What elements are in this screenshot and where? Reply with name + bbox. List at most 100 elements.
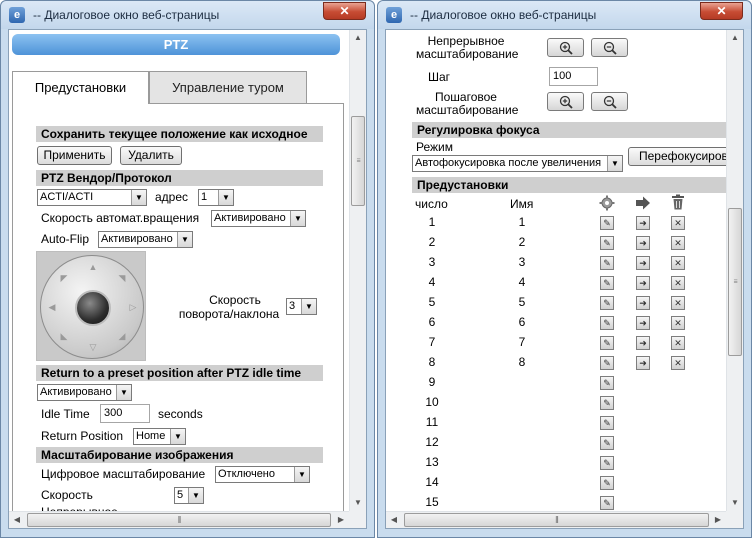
window-title: -- Диалоговое окно веб-страницы bbox=[410, 8, 597, 22]
scroll-up-icon[interactable]: ▲ bbox=[727, 30, 743, 46]
delete-preset-icon[interactable]: ✕ bbox=[671, 236, 685, 250]
ie-page-icon: e bbox=[386, 7, 402, 23]
scroll-down-icon[interactable]: ▼ bbox=[727, 495, 743, 511]
idle-time-input[interactable]: 300 bbox=[100, 404, 150, 423]
autoflip-label: Auto-Flip bbox=[41, 232, 90, 246]
scroll-left-icon[interactable]: ◀ bbox=[9, 512, 25, 528]
title-bar[interactable]: e -- Диалоговое окно веб-страницы ✕ bbox=[378, 1, 751, 29]
address-select-value: 1 bbox=[201, 191, 208, 203]
autoflip-select-value: Активировано bbox=[101, 233, 173, 245]
scroll-left-icon[interactable]: ◀ bbox=[386, 512, 402, 528]
grip-icon: ≡ bbox=[733, 278, 737, 286]
refocus-button[interactable]: Перефокусировка bbox=[628, 147, 740, 166]
goto-preset-icon[interactable]: ➜ bbox=[636, 356, 650, 370]
edit-preset-icon[interactable]: ✎ bbox=[600, 296, 614, 310]
horizontal-scroll-thumb[interactable]: ||| bbox=[27, 513, 331, 527]
edit-preset-icon[interactable]: ✎ bbox=[600, 256, 614, 270]
edit-preset-icon[interactable]: ✎ bbox=[600, 316, 614, 330]
pan-tilt-speed-select[interactable]: 3 ▼ bbox=[286, 298, 317, 315]
goto-preset-icon[interactable]: ➜ bbox=[636, 296, 650, 310]
delete-preset-icon[interactable]: ✕ bbox=[671, 216, 685, 230]
pan-tilt-speed-label-line2: поворота/наклона bbox=[178, 307, 280, 321]
edit-preset-icon[interactable]: ✎ bbox=[600, 496, 614, 510]
vertical-scrollbar[interactable]: ▲ ≡ ▼ bbox=[726, 30, 743, 511]
edit-preset-icon[interactable]: ✎ bbox=[600, 336, 614, 350]
pan-left-icon[interactable]: ◀ bbox=[46, 302, 58, 313]
digital-zoom-select[interactable]: Отключено ▼ bbox=[215, 466, 310, 483]
edit-preset-icon[interactable]: ✎ bbox=[600, 456, 614, 470]
continuous-zoom-in-button[interactable] bbox=[547, 38, 584, 57]
horizontal-scroll-thumb[interactable]: ||| bbox=[404, 513, 709, 527]
autoflip-select[interactable]: Активировано ▼ bbox=[98, 231, 193, 248]
horizontal-scrollbar[interactable]: ◀ ||| ▶ bbox=[9, 511, 349, 528]
speed-select[interactable]: 5 ▼ bbox=[174, 487, 204, 504]
step-input[interactable]: 100 bbox=[549, 67, 598, 86]
apply-button[interactable]: Применить bbox=[37, 146, 112, 165]
joystick-knob[interactable] bbox=[75, 290, 111, 326]
ptz-joystick[interactable]: ▲ ▽ ◀ ▷ ◤ ◥ ◣ ◢ bbox=[36, 251, 146, 361]
chevron-down-icon: ▼ bbox=[294, 467, 309, 482]
goto-preset-icon[interactable]: ➜ bbox=[636, 216, 650, 230]
delete-preset-icon[interactable]: ✕ bbox=[671, 256, 685, 270]
horizontal-scrollbar[interactable]: ◀ ||| ▶ bbox=[386, 511, 726, 528]
edit-preset-icon[interactable]: ✎ bbox=[600, 236, 614, 250]
delete-button[interactable]: Удалить bbox=[120, 146, 182, 165]
pan-up-left-icon[interactable]: ◤ bbox=[58, 273, 70, 284]
vertical-scrollbar[interactable]: ▲ ≡ ▼ bbox=[349, 30, 366, 511]
delete-preset-icon[interactable]: ✕ bbox=[671, 296, 685, 310]
return-preset-select[interactable]: Активировано ▼ bbox=[37, 384, 132, 401]
edit-preset-icon[interactable]: ✎ bbox=[600, 356, 614, 370]
stepwise-zoom-out-button[interactable] bbox=[591, 92, 628, 111]
vertical-scroll-thumb[interactable]: ≡ bbox=[351, 116, 365, 206]
right-dialog-window: e -- Диалоговое окно веб-страницы ✕ Непр… bbox=[377, 0, 752, 538]
focus-mode-select[interactable]: Автофокусировка после увеличения ▼ bbox=[412, 155, 623, 172]
scroll-right-icon[interactable]: ▶ bbox=[710, 512, 726, 528]
edit-preset-icon[interactable]: ✎ bbox=[600, 216, 614, 230]
vendor-select[interactable]: ACTI/ACTI ▼ bbox=[37, 189, 147, 206]
delete-preset-icon[interactable]: ✕ bbox=[671, 356, 685, 370]
address-select[interactable]: 1 ▼ bbox=[198, 189, 234, 206]
left-dialog-window: e -- Диалоговое окно веб-страницы ✕ PTZ … bbox=[0, 0, 375, 538]
preset-name: 2 bbox=[518, 235, 526, 249]
pan-down-icon[interactable]: ▽ bbox=[87, 342, 99, 353]
edit-preset-icon[interactable]: ✎ bbox=[600, 396, 614, 410]
auto-rotate-select[interactable]: Активировано ▼ bbox=[211, 210, 306, 227]
tab-presets[interactable]: Предустановки bbox=[12, 71, 149, 104]
delete-preset-icon[interactable]: ✕ bbox=[671, 336, 685, 350]
edit-preset-icon[interactable]: ✎ bbox=[600, 476, 614, 490]
edit-preset-icon[interactable]: ✎ bbox=[600, 276, 614, 290]
pan-right-icon[interactable]: ▷ bbox=[127, 302, 139, 313]
joystick-ring: ▲ ▽ ◀ ▷ ◤ ◥ ◣ ◢ bbox=[40, 255, 144, 359]
scroll-down-icon[interactable]: ▼ bbox=[350, 495, 366, 511]
zoom-out-icon bbox=[603, 41, 617, 55]
continuous-zoom-out-button[interactable] bbox=[591, 38, 628, 57]
stepwise-zoom-in-button[interactable] bbox=[547, 92, 584, 111]
return-position-label: Return Position bbox=[41, 429, 124, 443]
title-bar[interactable]: e -- Диалоговое окно веб-страницы ✕ bbox=[1, 1, 374, 29]
idle-time-unit: seconds bbox=[158, 407, 203, 421]
edit-preset-icon[interactable]: ✎ bbox=[600, 436, 614, 450]
goto-preset-icon[interactable]: ➜ bbox=[636, 336, 650, 350]
pan-up-icon[interactable]: ▲ bbox=[87, 262, 99, 272]
close-button[interactable]: ✕ bbox=[700, 2, 743, 20]
goto-preset-icon[interactable]: ➜ bbox=[636, 316, 650, 330]
edit-preset-icon[interactable]: ✎ bbox=[600, 376, 614, 390]
zoom-in-icon bbox=[559, 41, 573, 55]
delete-preset-icon[interactable]: ✕ bbox=[671, 276, 685, 290]
pan-down-right-icon[interactable]: ◢ bbox=[116, 331, 128, 342]
pan-up-right-icon[interactable]: ◥ bbox=[116, 273, 128, 284]
pan-down-left-icon[interactable]: ◣ bbox=[58, 331, 70, 342]
edit-preset-icon[interactable]: ✎ bbox=[600, 416, 614, 430]
goto-preset-icon[interactable]: ➜ bbox=[636, 236, 650, 250]
preset-number: 11 bbox=[425, 415, 439, 429]
close-button[interactable]: ✕ bbox=[323, 2, 366, 20]
grip-icon: ≡ bbox=[356, 157, 360, 165]
delete-preset-icon[interactable]: ✕ bbox=[671, 316, 685, 330]
scroll-up-icon[interactable]: ▲ bbox=[350, 30, 366, 46]
scroll-right-icon[interactable]: ▶ bbox=[333, 512, 349, 528]
tab-tour-control[interactable]: Управление туром bbox=[149, 71, 307, 103]
return-position-select[interactable]: Home ▼ bbox=[133, 428, 186, 445]
goto-preset-icon[interactable]: ➜ bbox=[636, 276, 650, 290]
vertical-scroll-thumb[interactable]: ≡ bbox=[728, 208, 742, 356]
goto-preset-icon[interactable]: ➜ bbox=[636, 256, 650, 270]
